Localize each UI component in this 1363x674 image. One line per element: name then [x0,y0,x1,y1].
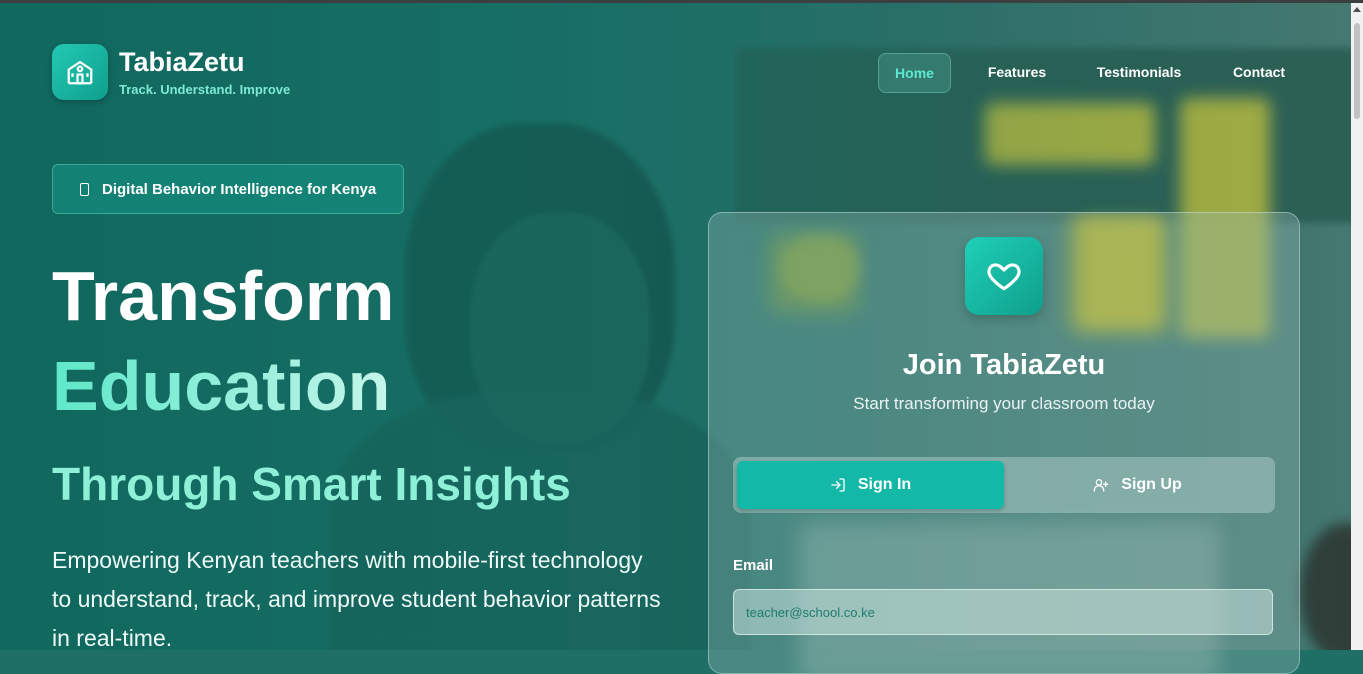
email-label: Email [733,557,774,574]
nav-features[interactable]: Features [984,53,1050,91]
hero-title-line1: Transform [52,257,395,335]
nav-testimonials[interactable]: Testimonials [1094,53,1184,91]
scroll-up-arrow-icon[interactable] [1353,7,1361,12]
tab-sign-in-label: Sign In [857,476,912,493]
sign-in-icon [831,478,845,492]
hero-title-line2: Education [52,347,391,425]
email-field[interactable] [733,589,1273,635]
nav-contact[interactable]: Contact [1228,53,1290,91]
auth-card-title: Join TabiaZetu [902,349,1106,381]
user-plus-icon [1093,479,1109,492]
school-logo-icon[interactable] [52,44,108,100]
hero-description: Empowering Kenyan teachers with mobile-f… [52,547,661,651]
brand-tagline: Track. Understand. Improve [119,82,291,97]
hero-subtitle: Through Smart Insights [52,458,571,510]
nav-home[interactable]: Home [878,53,951,93]
tab-sign-in[interactable]: Sign In [737,461,1004,509]
tab-sign-up[interactable]: Sign Up [1004,461,1271,509]
hero-badge: Digital Behavior Intelligence for Kenya [52,164,404,214]
page-scrollbar[interactable] [1351,3,1363,650]
auth-card-subtitle: Start transforming your classroom today [853,394,1155,413]
brand-name[interactable]: TabiaZetu [119,47,245,78]
auth-tabs: Sign In Sign Up [733,457,1275,513]
heart-icon [965,237,1043,315]
scrollbar-thumb[interactable] [1354,23,1360,119]
hero-badge-label: Digital Behavior Intelligence for Kenya [102,180,377,198]
smartphone-icon [80,182,89,196]
auth-card: Join TabiaZetu Start transforming your c… [708,212,1300,674]
tab-sign-up-label: Sign Up [1121,476,1182,493]
